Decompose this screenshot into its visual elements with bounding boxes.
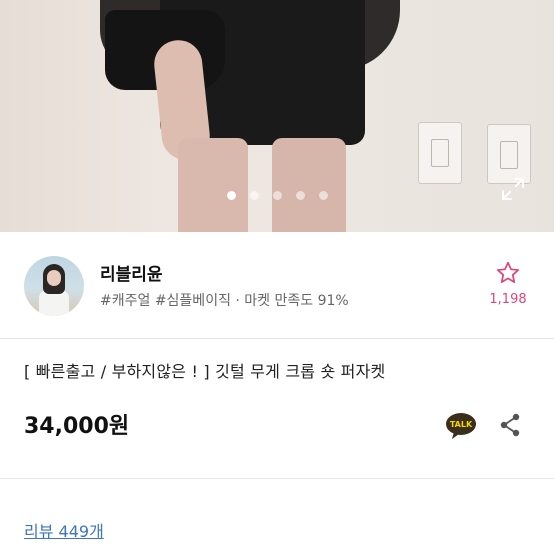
carousel-dots xyxy=(0,191,554,200)
product-price: 34,000원 xyxy=(24,414,130,439)
star-icon xyxy=(496,261,520,283)
seller-section[interactable]: 리블리윤 #캐주얼 #심플베이직 · 마켓 만족도 91% 1,198 xyxy=(0,232,554,338)
carousel-dot[interactable] xyxy=(318,191,328,200)
divider xyxy=(0,478,554,479)
carousel-dot[interactable] xyxy=(249,191,259,200)
photo-switch-plate xyxy=(487,124,531,184)
share-icon[interactable] xyxy=(498,412,522,438)
seller-name[interactable]: 리블리윤 xyxy=(100,260,163,285)
carousel-dot[interactable] xyxy=(226,191,236,200)
expand-icon[interactable] xyxy=(500,176,526,202)
favorite-count: 1,198 xyxy=(489,292,527,307)
talk-badge-text: TALK xyxy=(450,420,473,429)
photo-leg xyxy=(178,138,248,232)
carousel-dot[interactable] xyxy=(295,191,305,200)
photo-leg xyxy=(272,138,346,232)
seller-avatar[interactable] xyxy=(24,256,84,316)
review-count-link[interactable]: 리뷰 449개 xyxy=(24,518,104,542)
product-image-carousel[interactable] xyxy=(0,0,554,232)
product-info: [ 빠른출고 / 부하지않은 ! ] 깃털 무게 크롭 숏 퍼자켓 34,000… xyxy=(24,358,534,439)
favorite-button[interactable]: 1,198 xyxy=(488,260,528,307)
kakao-talk-icon[interactable]: TALK xyxy=(444,412,478,440)
product-title: [ 빠른출고 / 부하지않은 ! ] 깃털 무게 크롭 숏 퍼자켓 xyxy=(24,362,386,381)
divider xyxy=(0,338,554,339)
photo-switch-plate xyxy=(418,122,462,184)
seller-tags: #캐주얼 #심플베이직 · 마켓 만족도 91% xyxy=(100,293,349,309)
carousel-dot[interactable] xyxy=(272,191,282,200)
